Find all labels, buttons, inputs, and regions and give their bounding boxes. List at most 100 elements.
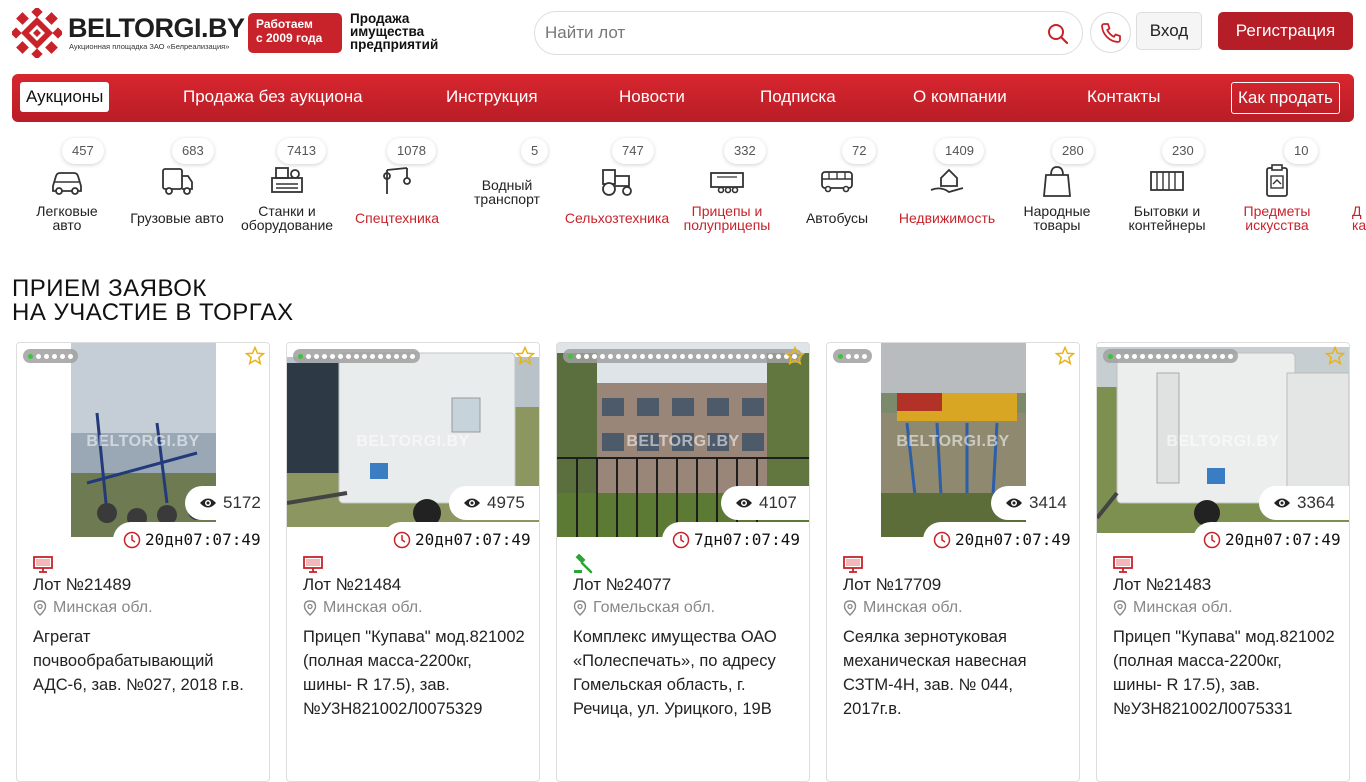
nav-item-subscription[interactable]: Подписка [760, 82, 836, 112]
auction-timer: 20дн07:07:49 [1193, 522, 1349, 558]
timer-value: 20дн07:07:49 [1225, 530, 1341, 549]
nav-item-instruction[interactable]: Инструкция [446, 82, 538, 112]
views-counter: 4975 [449, 486, 539, 520]
watermark: BELTORGI.BY [626, 433, 740, 450]
category-special-machinery[interactable]: 1078 Спецтехника [342, 138, 452, 238]
category-label: Народные товары [1023, 203, 1091, 233]
eye-icon [200, 498, 216, 508]
since-badge: Работаем с 2009 года [248, 13, 342, 53]
location-pin-icon [303, 600, 317, 616]
clipboard-icon [1266, 164, 1288, 197]
favorite-star-icon[interactable] [515, 346, 535, 366]
category-cabins-containers[interactable]: 230 Бытовки и контейнеры [1112, 138, 1222, 238]
lot-card[interactable]: BELTORGI.BY 5172 20дн07:07:49 Лот №21489… [16, 342, 270, 782]
tagline: Продажа имущества предприятий [350, 12, 439, 52]
views-counter: 3414 [991, 486, 1079, 520]
category-real-estate[interactable]: 1409 Недвижимость [892, 138, 1002, 238]
logo-subtitle: Аукционная площадка ЗАО «Белреализация» [69, 42, 230, 51]
lot-card[interactable]: BELTORGI.BY 3414 20дн07:07:49 Лот №17709… [826, 342, 1080, 782]
lot-description[interactable]: Прицеп "Купава" мод.821002 (полная масса… [1113, 625, 1335, 721]
category-count: 1409 [935, 138, 984, 164]
category-agri-machinery[interactable]: 747 Сельхозтехника [562, 138, 672, 238]
views-count: 5172 [223, 493, 261, 512]
lot-card[interactable]: BELTORGI.BY 4975 20дн07:07:49 Лот №21484… [286, 342, 540, 782]
eye-icon [736, 498, 752, 508]
views-counter: 5172 [185, 486, 269, 520]
monitor-icon [303, 556, 323, 573]
phone-button[interactable] [1090, 12, 1131, 53]
phone-icon [1101, 23, 1121, 43]
category-cars[interactable]: 457 Легковые авто [12, 138, 122, 238]
lot-number[interactable]: Лот №24077 [573, 575, 671, 595]
nav-item-about[interactable]: О компании [913, 82, 1007, 112]
views-counter: 3364 [1259, 486, 1349, 520]
category-art[interactable]: 10 Предметы искусства [1222, 138, 1332, 238]
category-label: Предметы искусства [1243, 203, 1311, 233]
nav-item-sale-without-auction[interactable]: Продажа без аукциона [183, 82, 363, 112]
region-label: Минская обл. [1133, 599, 1233, 616]
region-label: Минская обл. [53, 599, 153, 616]
search-input[interactable] [545, 20, 1035, 46]
timer-value: 20дн07:07:49 [415, 530, 531, 549]
lot-description[interactable]: Сеялка зернотуковая механическая навесна… [843, 625, 1065, 721]
lot-number[interactable]: Лот №21483 [1113, 575, 1211, 595]
category-count: 10 [1284, 138, 1319, 164]
lot-card[interactable]: BELTORGI.BY 4107 7дн07:07:49 Лот №24077 … [556, 342, 810, 782]
eye-icon [1006, 498, 1022, 508]
lot-description[interactable]: Агрегат почвообрабатывающий АДС-6, зав. … [33, 625, 255, 697]
favorite-star-icon[interactable] [245, 346, 265, 366]
category-label: Прицепы и полуприцепы [683, 203, 771, 233]
photo-pagination[interactable] [1103, 349, 1238, 363]
nav-item-news[interactable]: Новости [619, 82, 685, 112]
category-trucks[interactable]: 683 Грузовые авто [122, 138, 232, 238]
category-trailers[interactable]: 332 Прицепы и полуприцепы [672, 138, 782, 238]
photo-pagination[interactable] [833, 349, 872, 363]
site-logo[interactable]: BELTORGI.BY Аукционная площадка ЗАО «Бел… [12, 8, 245, 58]
auction-timer: 20дн07:07:49 [113, 522, 269, 558]
category-machine-tools[interactable]: 7413 Станки и оборудование [232, 138, 342, 238]
auction-timer: 20дн07:07:49 [923, 522, 1079, 558]
register-button[interactable]: Регистрация [1218, 12, 1353, 50]
trailer-icon [710, 172, 744, 194]
category-label: Грузовые авто [130, 210, 224, 226]
photo-pagination[interactable] [23, 349, 78, 363]
main-nav: Аукционы Продажа без аукциона Инструкция… [12, 74, 1354, 122]
search-icon[interactable] [1046, 22, 1070, 46]
nav-item-contacts[interactable]: Контакты [1087, 82, 1160, 112]
category-label: Автобусы [805, 210, 869, 226]
category-count: 683 [172, 138, 214, 164]
photo-pagination[interactable] [563, 349, 802, 363]
lot-number[interactable]: Лот №17709 [843, 575, 941, 595]
section-title-line1: ПРИЕМ ЗАЯВОК [12, 275, 207, 302]
lot-region: Минская обл. [303, 599, 423, 617]
monitor-icon [1113, 556, 1133, 573]
location-pin-icon [843, 600, 857, 616]
lot-card[interactable]: BELTORGI.BY 3364 20дн07:07:49 Лот №21483… [1096, 342, 1350, 782]
timer-value: 7дн07:07:49 [694, 530, 800, 549]
favorite-star-icon[interactable] [785, 346, 805, 366]
category-consumer-goods[interactable]: 280 Народные товары [1002, 138, 1112, 238]
category-other[interactable]: Дкат [1332, 138, 1366, 238]
category-count: 72 [842, 138, 877, 164]
lot-number[interactable]: Лот №21484 [303, 575, 401, 595]
tagline-line3: предприятий [350, 37, 439, 52]
lot-description[interactable]: Комплекс имущества ОАО «Полеспечать», по… [573, 625, 795, 721]
favorite-star-icon[interactable] [1325, 346, 1345, 366]
timer-value: 20дн07:07:49 [955, 530, 1071, 549]
clock-icon [1203, 531, 1221, 549]
excavator-icon [383, 167, 411, 194]
category-water-transport[interactable]: 5 Водный транспорт [452, 138, 562, 238]
lot-region: Минская обл. [843, 599, 963, 617]
logo-ornament-icon [12, 8, 62, 58]
clock-icon [393, 531, 411, 549]
lot-description[interactable]: Прицеп "Купава" мод.821002 (полная масса… [303, 625, 525, 721]
photo-pagination[interactable] [293, 349, 420, 363]
favorite-star-icon[interactable] [1055, 346, 1075, 366]
nav-item-auctions[interactable]: Аукционы [20, 82, 110, 112]
gavel-icon [574, 554, 593, 574]
how-to-sell-button[interactable]: Как продать [1231, 82, 1340, 114]
login-button[interactable]: Вход [1136, 12, 1202, 50]
lot-number[interactable]: Лот №21489 [33, 575, 131, 595]
region-label: Гомельская обл. [593, 599, 716, 616]
category-buses[interactable]: 72 Автобусы [782, 138, 892, 238]
